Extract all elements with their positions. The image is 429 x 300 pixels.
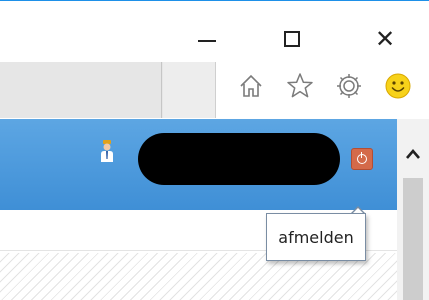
scroll-thumb[interactable] (403, 178, 423, 300)
home-icon (240, 74, 262, 97)
maximize-icon (284, 31, 300, 47)
logout-button[interactable] (351, 148, 373, 170)
settings-button[interactable] (333, 70, 365, 102)
gear-icon (337, 74, 361, 98)
star-icon (287, 73, 313, 98)
logout-tooltip: afmelden (266, 213, 366, 261)
favorites-button[interactable] (284, 70, 316, 102)
close-icon: ✕ (374, 25, 396, 53)
power-icon (357, 152, 367, 164)
scroll-up-button[interactable] (397, 138, 429, 170)
maximize-button[interactable] (273, 22, 311, 56)
feedback-button[interactable] (382, 70, 414, 102)
smiley-icon (385, 73, 411, 99)
address-bar-separator (161, 62, 162, 118)
minimize-icon (198, 40, 216, 42)
user-name (138, 133, 340, 185)
close-button[interactable]: ✕ (366, 22, 404, 56)
minimize-button[interactable] (188, 22, 226, 56)
window-top-border (0, 0, 429, 1)
home-button[interactable] (235, 70, 267, 102)
user-icon (100, 139, 114, 163)
address-bar-segment[interactable] (163, 62, 216, 118)
chevron-up-icon (406, 149, 420, 159)
